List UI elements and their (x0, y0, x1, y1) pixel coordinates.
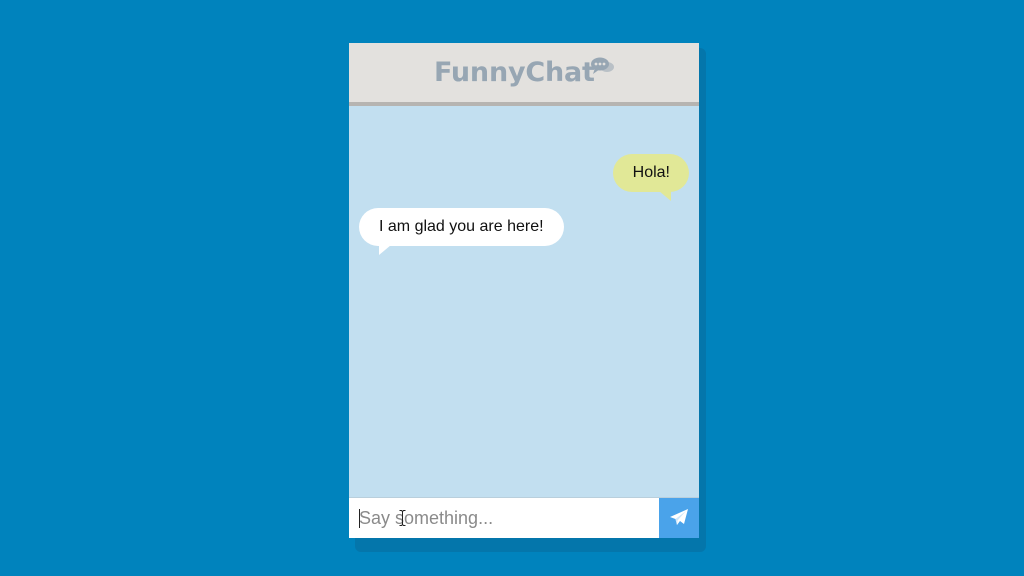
paper-plane-icon (670, 509, 688, 525)
message-bubble-sent: Hola! (612, 154, 689, 201)
send-button[interactable] (659, 498, 699, 538)
message-bubble-received: I am glad you are here! (359, 208, 564, 255)
text-cursor (359, 509, 360, 528)
chat-window: FunnyChat Hola! I am glad you are here! (349, 43, 699, 538)
message-input[interactable] (349, 498, 659, 538)
app-title: FunnyChat (434, 57, 595, 88)
ibeam-cursor-icon (399, 510, 406, 526)
message-list: Hola! I am glad you are here! (349, 106, 699, 497)
message-composer (349, 497, 699, 538)
chat-header: FunnyChat (349, 43, 699, 106)
chat-bubbles-icon (591, 56, 615, 78)
